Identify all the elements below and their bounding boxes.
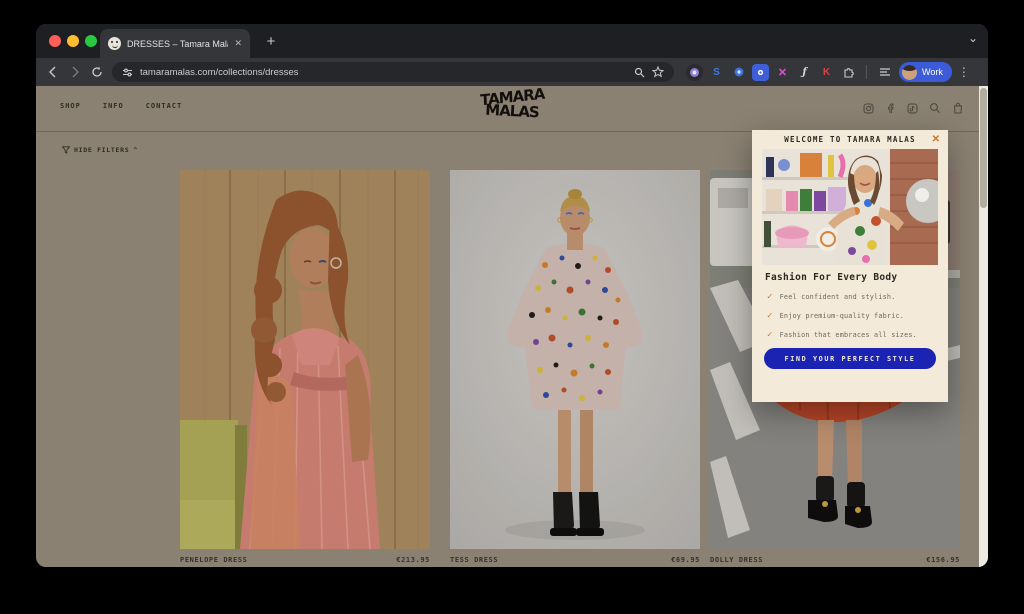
screen: DRESSES – Tamara Malas ✕ + ⌄ tamaramalas… [0, 0, 1024, 614]
popup-close-icon[interactable]: ✕ [932, 134, 940, 145]
aperture-extension-icon[interactable] [686, 64, 703, 81]
product-name[interactable]: DOLLY DRESS [710, 556, 763, 564]
product-price: €69.95 [671, 556, 700, 564]
product-image-penelope[interactable] [180, 170, 430, 549]
browser-menu-button[interactable]: ⋮ [958, 65, 970, 79]
tab-search-button[interactable]: ⌄ [968, 31, 978, 45]
product-caption[interactable]: TESS DRESS €69.95 [450, 556, 700, 564]
blue-dot-extension-icon[interactable] [730, 64, 747, 81]
benefit-item: ✓ Feel confident and stylish. [767, 292, 896, 302]
window-minimize-button[interactable] [67, 35, 79, 47]
facebook-icon[interactable] [885, 103, 896, 114]
site-logo[interactable]: TAMARA MALAS [36, 86, 988, 118]
url-text[interactable]: tamaramalas.com/collections/dresses [140, 67, 627, 78]
product-name[interactable]: PENELOPE DRESS [180, 556, 247, 564]
product-price: €213.95 [396, 556, 430, 564]
benefit-text: Enjoy premium-quality fabric. [780, 312, 904, 320]
zoom-page-icon[interactable] [634, 67, 645, 78]
profile-label: Work [922, 67, 943, 77]
scrollbar-thumb[interactable] [980, 88, 987, 208]
filters-toggle[interactable]: HIDE FILTERS ^ [62, 146, 138, 154]
s-extension-icon[interactable]: S [708, 64, 725, 81]
product-caption[interactable]: PENELOPE DRESS €213.95 [180, 556, 430, 564]
welcome-popup: WELCOME TO TAMARA MALAS ✕ [752, 130, 948, 402]
reload-button[interactable] [86, 61, 108, 83]
camera-extension-icon[interactable] [752, 64, 769, 81]
funnel-icon [62, 146, 70, 154]
side-panel-icon[interactable] [876, 64, 893, 81]
pink-x-extension-icon[interactable]: ✕ [774, 64, 791, 81]
header-icons [863, 102, 964, 114]
tab-strip: DRESSES – Tamara Malas ✕ + ⌄ [36, 24, 988, 58]
instagram-icon[interactable] [863, 103, 874, 114]
browser-tab[interactable]: DRESSES – Tamara Malas ✕ [100, 29, 250, 58]
extensions-area: S ✕ ƒ K [686, 64, 893, 81]
product-image-tess[interactable] [450, 170, 700, 549]
page-scrollbar[interactable] [979, 86, 988, 567]
k-extension-icon[interactable]: K [818, 64, 835, 81]
profile-chip[interactable]: Work [899, 62, 952, 82]
tiktok-icon[interactable] [907, 103, 918, 114]
forward-button[interactable] [64, 61, 86, 83]
fn-extension-icon[interactable]: ƒ [796, 64, 813, 81]
benefit-item: ✓ Enjoy premium-quality fabric. [767, 311, 904, 321]
extensions-puzzle-icon[interactable] [840, 64, 857, 81]
check-icon: ✓ [767, 330, 773, 340]
cart-bag-icon[interactable] [952, 102, 964, 114]
site-settings-icon[interactable] [122, 67, 133, 78]
profile-avatar [902, 65, 917, 80]
product-name[interactable]: TESS DRESS [450, 556, 498, 564]
filters-label: HIDE FILTERS [74, 146, 129, 154]
address-bar[interactable]: tamaramalas.com/collections/dresses [112, 62, 674, 82]
popup-heading: Fashion For Every Body [765, 272, 897, 283]
tab-close-icon[interactable]: ✕ [234, 38, 242, 49]
toolbar-divider [866, 65, 867, 79]
popup-photo [762, 149, 938, 265]
benefit-item: ✓ Fashion that embraces all sizes. [767, 330, 917, 340]
check-icon: ✓ [767, 311, 773, 321]
site-favicon-icon [108, 37, 121, 50]
benefit-text: Feel confident and stylish. [780, 293, 896, 301]
tab-title: DRESSES – Tamara Malas [127, 39, 228, 49]
bookmark-star-icon[interactable] [652, 66, 664, 78]
product-caption[interactable]: DOLLY DRESS €156.95 [710, 556, 960, 564]
find-style-button[interactable]: FIND YOUR PERFECT STYLE [764, 348, 936, 369]
check-icon: ✓ [767, 292, 773, 302]
window-zoom-button[interactable] [85, 35, 97, 47]
page-content: SHOP INFO CONTACT TAMARA MALAS HIDE FILT… [36, 86, 988, 567]
popup-title: WELCOME TO TAMARA MALAS [752, 135, 948, 144]
search-icon[interactable] [929, 102, 941, 114]
chevron-up-icon: ^ [133, 146, 138, 154]
product-price: €156.95 [926, 556, 960, 564]
new-tab-button[interactable]: + [261, 32, 281, 52]
benefit-text: Fashion that embraces all sizes. [780, 331, 917, 339]
browser-window: DRESSES – Tamara Malas ✕ + ⌄ tamaramalas… [36, 24, 988, 567]
window-close-button[interactable] [49, 35, 61, 47]
browser-toolbar: tamaramalas.com/collections/dresses S ✕ … [36, 58, 988, 86]
